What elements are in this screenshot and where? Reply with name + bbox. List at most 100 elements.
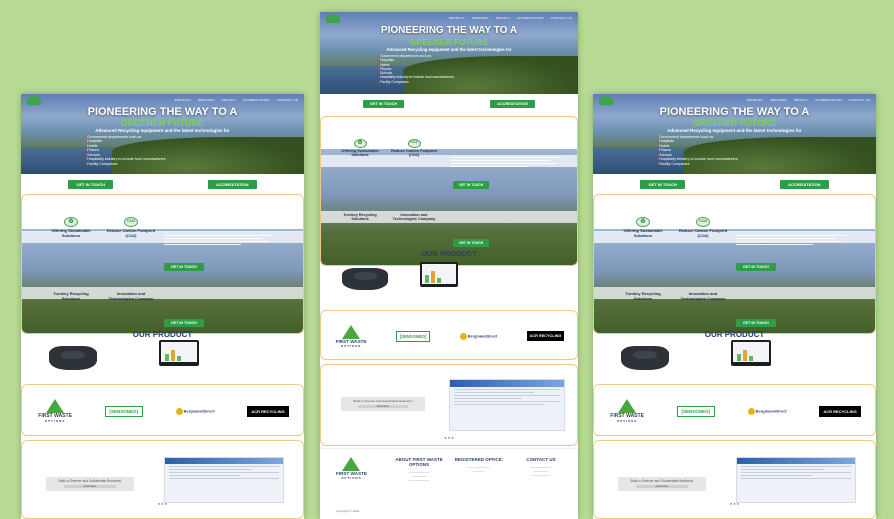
nav-item[interactable]: PRIVACY (222, 98, 236, 102)
footer-logo[interactable]: FIRST WASTE OPTIONS (336, 457, 367, 480)
page-screenshot-middle: PRODUCT SERVICES PRIVACY ACCREDITATION C… (320, 12, 578, 519)
product-title: OUR PRODUCT (704, 330, 765, 339)
read-more-button[interactable]: Read More (635, 485, 689, 488)
first-waste-logo[interactable]: FIRST WASTE OPTIONS (38, 399, 72, 423)
first-waste-logo[interactable]: FIRST WASTE OPTIONS (336, 324, 367, 348)
get-in-touch-button[interactable]: GET IN TOUCH (453, 239, 490, 247)
carousel-dots[interactable]: ● ● ● (594, 501, 875, 506)
features-section: ♻ Offering Sustainable Solutions CO2 Red… (593, 194, 876, 334)
page-screenshot-right: PRODUCT SERVICES PRIVACY ACCREDITATION C… (593, 94, 876, 519)
get-in-touch-button[interactable]: GET IN TOUCH (736, 319, 776, 327)
bergmann-logo[interactable]: BergmannDirect (175, 407, 215, 415)
laptop-dashboard-image (731, 340, 771, 366)
feature-text (164, 235, 274, 247)
carousel-dots[interactable]: ● ● ● (22, 501, 303, 506)
feature-innovation: Innovation and Technologies Company (392, 213, 436, 221)
nav-item[interactable]: ACCREDITATION (243, 98, 270, 102)
hero-tagline: Advanced Recycling equipment and the lat… (667, 128, 802, 133)
footer-contact: CONTACT US ——————— ————— —————— (526, 457, 556, 478)
read-more-button[interactable]: Read More (357, 405, 409, 408)
site-logo[interactable] (599, 95, 613, 105)
hero-subtitle: GREENER FUTURE (120, 118, 205, 128)
feature-turnkey: Turnkey Recycling Solutions (343, 213, 377, 221)
recycle-icon: ♻ (636, 217, 650, 227)
feature-carbon: CO2 Reduce Carbon Footprint (CO2) (678, 217, 728, 238)
site-footer: FIRST WASTE OPTIONS ABOUT FIRST WASTE OP… (320, 448, 578, 519)
nav-item[interactable]: PRODUCT (449, 16, 465, 20)
sensoneo-logo[interactable]: [SENSONEO] (676, 405, 716, 417)
hero-buttons: GET IN TOUCH ACCREDITATION (21, 174, 304, 194)
site-logo[interactable] (326, 13, 340, 23)
feature-text (736, 235, 846, 247)
bergmann-logo[interactable]: BergmannDirect (459, 332, 497, 340)
nav-item[interactable]: CONTACT US (277, 98, 298, 102)
get-in-touch-button[interactable]: GET IN TOUCH (453, 181, 490, 189)
nav-item[interactable]: PRODUCT (175, 98, 191, 102)
feature-sustainable: ♻ Offering Sustainable Solutions (341, 139, 379, 157)
hero-title: PIONEERING THE WAY TO A (87, 106, 238, 118)
nav-item[interactable]: ACCREDITATION (517, 16, 544, 20)
get-in-touch-button[interactable]: GET IN TOUCH (362, 100, 405, 108)
nav-item[interactable]: CONTACT US (849, 98, 870, 102)
first-waste-logo[interactable]: FIRST WASTE OPTIONS (610, 399, 644, 423)
nav-item[interactable]: PRIVACY (794, 98, 808, 102)
get-in-touch-button[interactable]: GET IN TOUCH (736, 263, 776, 271)
hero-buttons: GET IN TOUCH ACCREDITATION (593, 174, 876, 194)
nav-item[interactable]: ACCREDITATION (815, 98, 842, 102)
sensoneo-logo[interactable]: [SENSONEO] (104, 405, 144, 417)
hero-section: PRODUCT SERVICES PRIVACY ACCREDITATION C… (21, 94, 304, 174)
nav-item[interactable]: PRIVACY (496, 16, 510, 20)
accreditation-button[interactable]: ACCREDITATION (208, 179, 257, 189)
carousel-dots[interactable]: ● ● ● (321, 435, 577, 440)
hero-tagline: Advanced Recycling equipment and the lat… (386, 47, 512, 52)
partners-section: FIRST WASTE OPTIONS [SENSONEO] BergmannD… (320, 310, 578, 360)
feature-turnkey: Turnkey Recycling Solutions (53, 291, 89, 301)
get-in-touch-button[interactable]: GET IN TOUCH (164, 263, 204, 271)
bullet-item: Facility Companies (378, 80, 454, 84)
laptop-dashboard-image (159, 340, 199, 366)
get-in-touch-button[interactable]: GET IN TOUCH (164, 319, 204, 327)
get-in-touch-button[interactable]: GET IN TOUCH (640, 179, 686, 189)
nav-item[interactable]: PRODUCT (747, 98, 763, 102)
acr-recycling-logo[interactable]: ACR RECYCLING (526, 331, 565, 341)
website-preview-section: Build a Greener and Sustainable Business… (593, 440, 876, 519)
read-more-button[interactable]: Read More (63, 485, 117, 488)
accreditation-button[interactable]: ACCREDITATION (780, 179, 829, 189)
feature-innovation: Innovation and Technologies Company (680, 291, 726, 301)
get-in-touch-button[interactable]: GET IN TOUCH (68, 179, 114, 189)
nav-item[interactable]: CONTACT US (551, 16, 572, 20)
hero-bullets: Government departments such as Hospitals… (85, 135, 166, 166)
site-logo[interactable] (27, 95, 41, 105)
bullet-item: Hospitality industry to include food man… (378, 75, 454, 79)
site-header: PRODUCT SERVICES PRIVACY ACCREDITATION C… (21, 94, 304, 106)
partner-logos: FIRST WASTE OPTIONS [SENSONEO] BergmannD… (321, 317, 577, 355)
nav-item[interactable]: SERVICES (472, 16, 489, 20)
co2-icon: CO2 (696, 217, 710, 227)
bullet-item: Facility Companies (85, 162, 166, 166)
hero-title: PIONEERING THE WAY TO A (659, 106, 810, 118)
accreditation-button[interactable]: ACCREDITATION (490, 100, 535, 108)
main-nav: PRODUCT SERVICES PRIVACY ACCREDITATION C… (747, 98, 870, 102)
acr-recycling-logo[interactable]: ACR RECYCLING (819, 405, 861, 417)
partners-section: FIRST WASTE OPTIONS [SENSONEO] BergmannD… (593, 384, 876, 436)
co2-icon: CO2 (407, 139, 421, 148)
bergmann-logo[interactable]: BergmannDirect (747, 407, 787, 415)
features-section: ♻ Offering Sustainable Solutions CO2 Red… (320, 116, 578, 266)
nav-item[interactable]: SERVICES (198, 98, 215, 102)
hero-section: PRODUCT SERVICES PRIVACY ACCREDITATION C… (593, 94, 876, 174)
hero-section: PRODUCT SERVICES PRIVACY ACCREDITATION C… (320, 12, 578, 94)
partner-logos: FIRST WASTE OPTIONS [SENSONEO] BergmannD… (594, 393, 875, 429)
recycle-icon: ♻ (353, 139, 367, 148)
feature-text (451, 157, 561, 169)
hero-tagline: Advanced Recycling equipment and the lat… (95, 128, 230, 133)
hero-bullets: Government departments such as Hospitals… (378, 54, 454, 84)
quote-box: Build a Greener and Sustainable Business… (341, 397, 425, 411)
copyright-text: Copyright © 2022 (336, 509, 360, 513)
nav-item[interactable]: SERVICES (770, 98, 787, 102)
sensor-device-image (621, 346, 669, 370)
sensoneo-logo[interactable]: [SENSONEO] (395, 330, 431, 342)
acr-recycling-logo[interactable]: ACR RECYCLING (247, 405, 289, 417)
laptop-dashboard-image (420, 262, 458, 287)
hero-bullets: Government departments such as Hospitals… (657, 135, 738, 166)
main-nav: PRODUCT SERVICES PRIVACY ACCREDITATION C… (449, 16, 572, 20)
